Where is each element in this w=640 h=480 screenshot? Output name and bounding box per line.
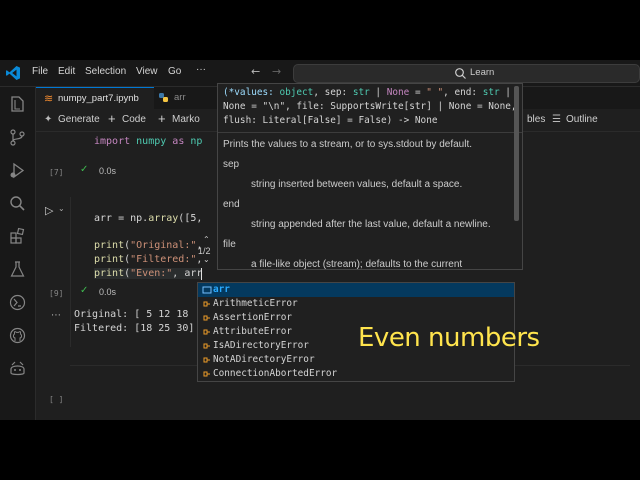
source-control-icon[interactable] bbox=[8, 128, 27, 147]
execution-count: [ ] bbox=[49, 395, 64, 404]
code-line[interactable]: print("Original:", bbox=[94, 240, 202, 251]
outline-icon: ☰ bbox=[552, 114, 561, 125]
variables-button[interactable]: bles bbox=[527, 114, 545, 125]
generate-button[interactable]: Generate bbox=[58, 114, 100, 125]
menu-file[interactable]: File bbox=[32, 66, 48, 77]
code-line[interactable]: arr = np.array([5, bbox=[94, 213, 202, 224]
param-desc: a file-like object (stream); defaults to… bbox=[251, 259, 463, 270]
testing-flask-icon[interactable] bbox=[8, 260, 27, 279]
param-desc: string inserted between values, default … bbox=[251, 179, 463, 190]
suggestion-item[interactable]: ArithmeticError bbox=[198, 297, 514, 311]
search-sidebar-icon[interactable] bbox=[8, 194, 27, 213]
output-line: Original: [ 5 12 18 7 bbox=[74, 309, 207, 320]
param-desc: string appended after the last value, de… bbox=[251, 219, 491, 230]
chevron-down-icon[interactable]: ⌄ bbox=[58, 204, 65, 213]
class-icon bbox=[203, 357, 210, 363]
param-name: end bbox=[223, 199, 240, 210]
signature-line: flush: Literal[False] = False) -> None bbox=[223, 115, 438, 126]
remote-explorer-icon[interactable] bbox=[8, 293, 27, 312]
menu-selection[interactable]: Selection bbox=[85, 66, 126, 77]
class-icon bbox=[203, 343, 210, 349]
menu-view[interactable]: View bbox=[136, 66, 158, 77]
explorer-icon[interactable] bbox=[8, 95, 27, 114]
search-label: Learn bbox=[470, 67, 495, 78]
chevron-up-icon[interactable]: ⌃ bbox=[203, 235, 210, 244]
suggestion-arr[interactable]: arr bbox=[198, 283, 514, 297]
add-markdown-icon: + bbox=[158, 111, 166, 126]
hover-description: Prints the values to a stream, or to sys… bbox=[223, 139, 473, 150]
menu-edit[interactable]: Edit bbox=[58, 66, 75, 77]
tab-label: numpy_part7.ipynb bbox=[58, 93, 139, 104]
param-name: sep bbox=[223, 159, 240, 170]
vscode-window: File Edit Selection View Go ··· ← → Lear… bbox=[0, 60, 640, 420]
output-more-icon[interactable]: ⋯ bbox=[51, 310, 61, 321]
output-line: Filtered: [18 25 30] bbox=[74, 323, 195, 334]
cell-timing: 0.0s bbox=[99, 287, 117, 297]
suggestion-item[interactable]: NotADirectoryError bbox=[198, 353, 514, 367]
param-name: file bbox=[223, 239, 236, 250]
success-check-icon: ✓ bbox=[80, 285, 89, 296]
add-markdown-button[interactable]: Marko bbox=[172, 114, 200, 125]
jupyter-icon: ≋ bbox=[44, 93, 54, 105]
video-caption: Even numbers bbox=[358, 323, 540, 353]
tab-label: arr bbox=[174, 92, 186, 103]
code-line[interactable]: import numpy as np bbox=[94, 136, 202, 147]
outline-button[interactable]: Outline bbox=[566, 114, 598, 125]
class-icon bbox=[203, 315, 210, 321]
forward-arrow-icon[interactable]: → bbox=[272, 65, 281, 78]
variable-icon bbox=[202, 286, 212, 294]
run-cell-icon[interactable]: ▷ bbox=[45, 204, 53, 217]
execution-count: [9] bbox=[49, 289, 64, 298]
chevron-down-icon[interactable]: ⌄ bbox=[203, 255, 210, 264]
menu-go[interactable]: Go bbox=[168, 66, 181, 77]
run-debug-icon[interactable] bbox=[8, 161, 27, 180]
cell-timing: 0.0s bbox=[99, 166, 117, 176]
search-icon bbox=[455, 68, 466, 79]
github-icon[interactable] bbox=[8, 326, 27, 345]
activity-bar bbox=[0, 87, 36, 420]
text-cursor bbox=[201, 268, 202, 280]
tab-numpy-notebook[interactable]: ≋ numpy_part7.ipynb bbox=[36, 87, 154, 110]
sparkle-icon: ✦ bbox=[44, 114, 53, 125]
copilot-icon[interactable] bbox=[8, 359, 27, 378]
add-code-icon: + bbox=[108, 111, 116, 126]
signature-hover-popup: (*values: object, sep: str | None = " ",… bbox=[217, 83, 523, 270]
signature-line: None = "\n", file: SupportsWrite[str] | … bbox=[223, 101, 517, 112]
signature-line: (*values: object, sep: str | None = " ",… bbox=[223, 87, 511, 98]
class-icon bbox=[203, 371, 210, 377]
code-line[interactable]: print("Filtered:", bbox=[94, 254, 202, 265]
success-check-icon: ✓ bbox=[80, 164, 89, 175]
suggestion-item[interactable]: ConnectionAbortedError bbox=[198, 367, 514, 381]
code-line-active[interactable]: print("Even:", arr bbox=[94, 268, 203, 279]
command-center-search[interactable]: Learn bbox=[293, 64, 640, 83]
python-icon bbox=[159, 93, 168, 102]
back-arrow-icon[interactable]: ← bbox=[251, 65, 260, 78]
add-code-button[interactable]: Code bbox=[122, 114, 146, 125]
class-icon bbox=[203, 301, 210, 307]
execution-count: [7] bbox=[49, 168, 64, 177]
vscode-logo-icon bbox=[6, 66, 20, 80]
class-icon bbox=[203, 329, 210, 335]
hover-scrollbar[interactable] bbox=[514, 86, 519, 221]
menu-more-icon[interactable]: ··· bbox=[196, 64, 206, 75]
extensions-icon[interactable] bbox=[8, 227, 27, 246]
